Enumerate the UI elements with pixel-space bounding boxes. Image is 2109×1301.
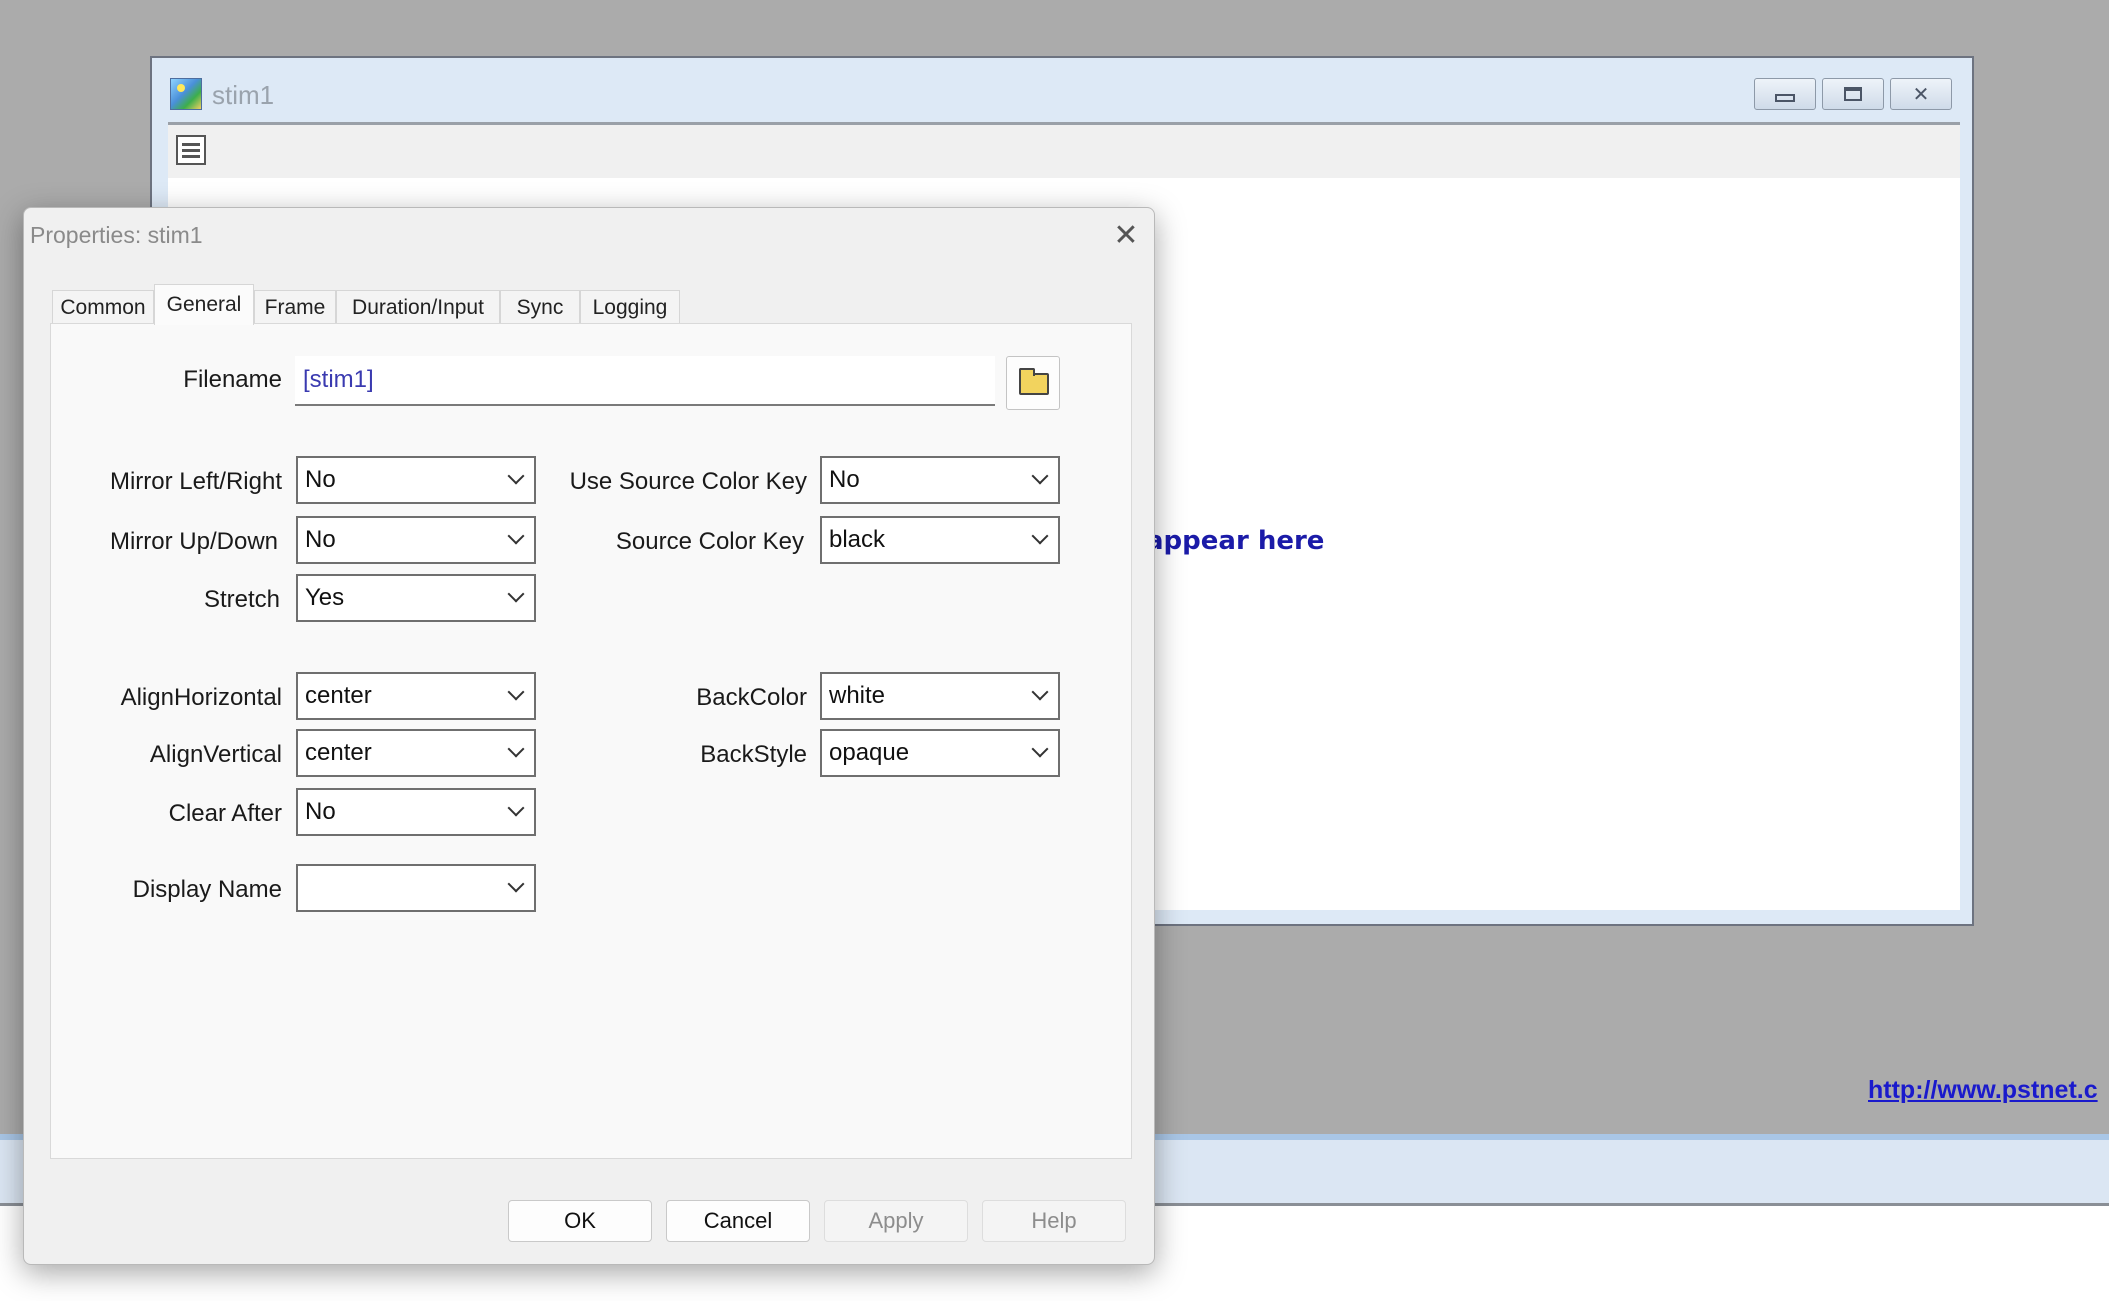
chevron-down-icon [507, 527, 525, 545]
mirror-up-down-select[interactable]: No [296, 516, 536, 564]
chevron-down-icon [1031, 683, 1049, 701]
display-name-label: Display Name [132, 876, 282, 903]
tab-sync[interactable]: Sync [500, 290, 580, 324]
stretch-select[interactable]: Yes [296, 574, 536, 622]
dialog-title: Properties: stim1 [30, 222, 203, 248]
dialog-close-icon[interactable]: ✕ [1108, 218, 1144, 254]
use-source-color-key-value: No [829, 466, 860, 493]
clear-after-value: No [305, 798, 336, 825]
back-style-label: BackStyle [700, 741, 807, 768]
tab-common[interactable]: Common [52, 290, 154, 324]
stim-toolbar [168, 122, 1960, 178]
apply-button[interactable]: Apply [824, 1200, 968, 1242]
source-color-key-select[interactable]: black [820, 516, 1060, 564]
tab-logging[interactable]: Logging [580, 290, 680, 324]
maximize-button[interactable] [1822, 78, 1884, 110]
mirror-up-down-label: Mirror Up/Down [109, 528, 278, 555]
chevron-down-icon [507, 875, 525, 893]
chevron-down-icon [507, 740, 525, 758]
stim-titlebar[interactable]: stim1 ✕ [152, 58, 1972, 122]
align-vertical-select[interactable]: center [296, 729, 536, 777]
chevron-down-icon [507, 585, 525, 603]
source-color-key-label: Source Color Key [615, 528, 804, 555]
mirror-left-right-select[interactable]: No [296, 456, 536, 504]
source-color-key-value: black [829, 526, 886, 553]
back-color-label: BackColor [696, 684, 807, 711]
stretch-value: Yes [305, 584, 345, 611]
chevron-down-icon [507, 799, 525, 817]
browse-button[interactable] [1006, 356, 1060, 410]
image-icon [170, 78, 202, 110]
stretch-label: Stretch [203, 586, 280, 613]
folder-icon [1019, 368, 1049, 395]
chevron-down-icon [1031, 527, 1049, 545]
back-style-select[interactable]: opaque [820, 729, 1060, 777]
minimize-icon [1775, 94, 1795, 102]
maximize-icon [1844, 87, 1862, 101]
align-horizontal-value: center [305, 682, 372, 709]
use-source-color-key-label: Use Source Color Key [569, 468, 807, 495]
tab-duration-input[interactable]: Duration/Input [336, 290, 500, 324]
chevron-down-icon [507, 683, 525, 701]
canvas-placeholder-text: appear here [1146, 526, 1325, 556]
close-icon: ✕ [1912, 83, 1930, 106]
align-vertical-label: AlignVertical [149, 741, 282, 768]
back-color-select[interactable]: white [820, 672, 1060, 720]
chevron-down-icon [1031, 740, 1049, 758]
minimize-button[interactable] [1754, 78, 1816, 110]
chevron-down-icon [1031, 467, 1049, 485]
properties-icon[interactable] [176, 135, 206, 165]
mirror-up-down-value: No [305, 526, 336, 553]
display-name-select[interactable] [296, 864, 536, 912]
help-button[interactable]: Help [982, 1200, 1126, 1242]
align-vertical-value: center [305, 739, 372, 766]
close-button[interactable]: ✕ [1890, 78, 1952, 110]
ok-button[interactable]: OK [508, 1200, 652, 1242]
use-source-color-key-select[interactable]: No [820, 456, 1060, 504]
tab-general[interactable]: General [154, 284, 254, 325]
align-horizontal-label: AlignHorizontal [120, 684, 282, 711]
back-style-value: opaque [829, 739, 910, 766]
filename-input[interactable] [295, 356, 995, 406]
properties-dialog: Properties: stim1 ✕ Common General Frame… [23, 207, 1155, 1265]
tab-frame[interactable]: Frame [254, 290, 336, 324]
pstnet-link[interactable]: http://www.pstnet.c [1868, 1076, 2098, 1105]
mirror-left-right-value: No [305, 466, 336, 493]
chevron-down-icon [507, 467, 525, 485]
cancel-button[interactable]: Cancel [666, 1200, 810, 1242]
mirror-left-right-label: Mirror Left/Right [109, 468, 282, 495]
clear-after-label: Clear After [168, 800, 282, 827]
clear-after-select[interactable]: No [296, 788, 536, 836]
stim-window-title: stim1 [212, 80, 275, 110]
align-horizontal-select[interactable]: center [296, 672, 536, 720]
back-color-value: white [829, 682, 886, 709]
filename-label: Filename [183, 366, 282, 393]
